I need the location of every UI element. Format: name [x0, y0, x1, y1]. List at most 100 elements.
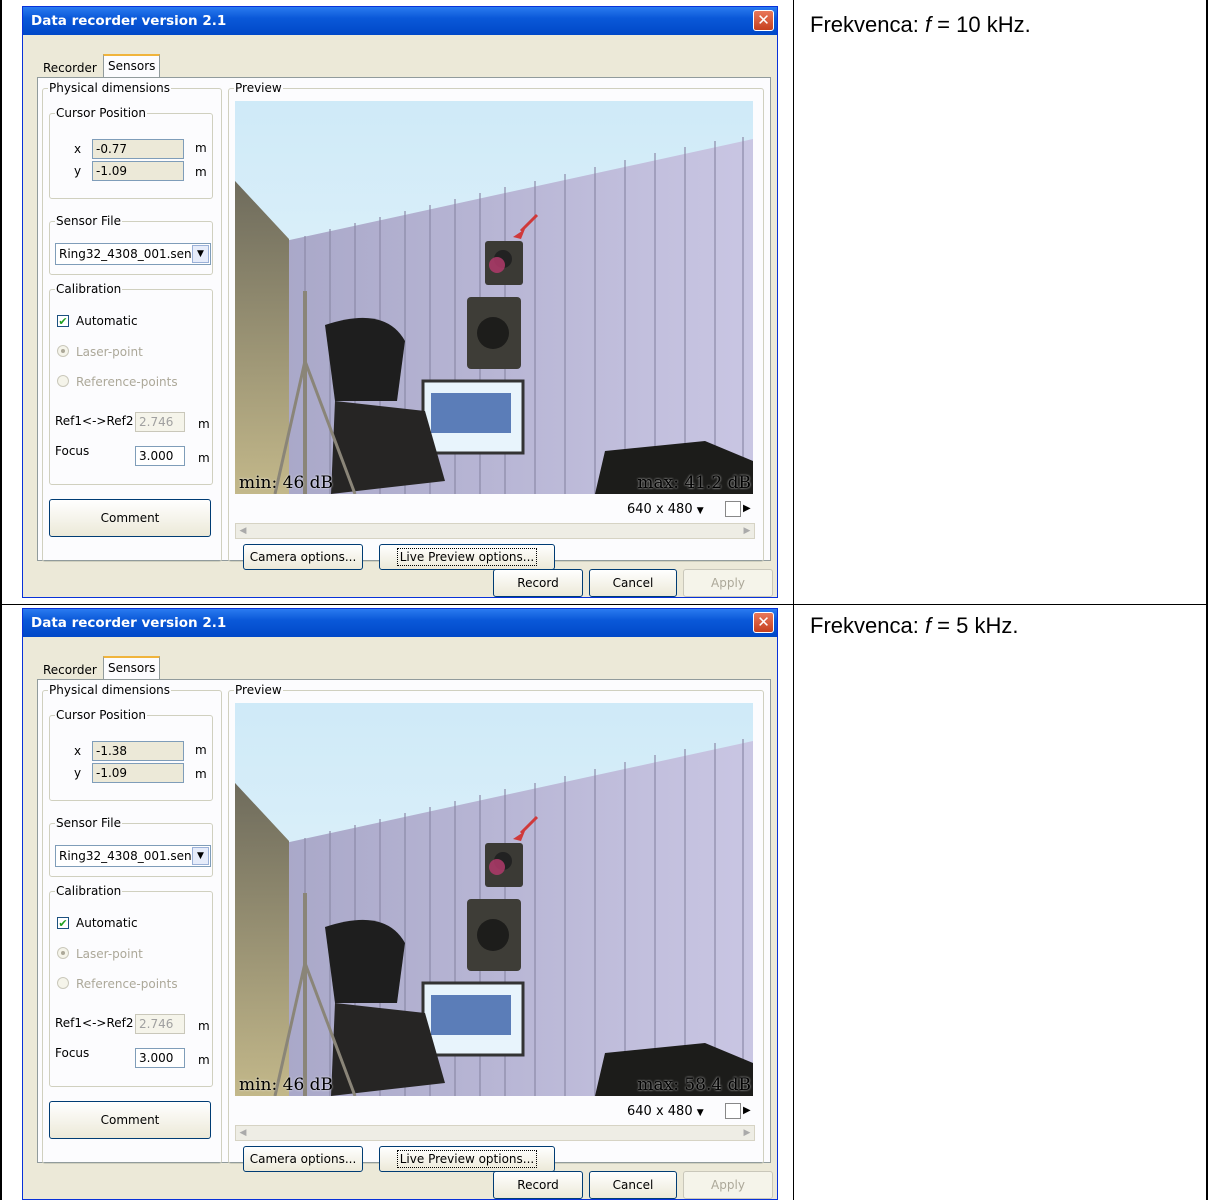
copy-icon[interactable]: [725, 1103, 741, 1119]
cursor-y-field: -1.09: [92, 161, 184, 181]
chevron-down-icon: ▼: [696, 506, 704, 516]
data-recorder-dialog: Data recorder version 2.1 ✕ Recorder Sen…: [22, 6, 778, 598]
menu-arrow-icon[interactable]: ▶: [743, 1105, 751, 1116]
sensor-file-select[interactable]: Ring32_4308_001.sen ▼: [55, 243, 211, 265]
sensor-file-group: Sensor File Ring32_4308_001.sen ▼: [49, 214, 213, 275]
sensors-tab-panel: Physical dimensions Cursor Position x -1…: [37, 679, 771, 1172]
record-button[interactable]: Record: [493, 569, 583, 597]
focus-unit-label: m: [198, 1053, 210, 1067]
scroll-left-icon[interactable]: ◀: [236, 524, 250, 538]
ref-distance-field: 2.746: [135, 412, 185, 432]
camera-preview-image[interactable]: min: 46 dB max: 58.4 dB: [235, 703, 753, 1096]
ref-distance-label: Ref1<->Ref2: [55, 414, 134, 428]
max-level-overlay: max: 58.4 dB: [637, 1075, 751, 1095]
title-bar[interactable]: Data recorder version 2.1 ✕: [23, 609, 777, 637]
resolution-select[interactable]: 640 x 480 ▼: [627, 502, 704, 517]
y-label: y: [74, 766, 82, 780]
tab-recorder[interactable]: Recorder: [39, 660, 101, 680]
cursor-x-field: -0.77: [92, 139, 184, 159]
sensors-tab-panel: Physical dimensions Cursor Position x -0…: [37, 77, 771, 570]
record-button[interactable]: Record: [493, 1171, 583, 1199]
comment-button[interactable]: Comment: [49, 1101, 211, 1139]
menu-arrow-icon[interactable]: ▶: [743, 503, 751, 514]
sensor-file-label: Sensor File: [55, 214, 123, 228]
resolution-value: 640 x 480: [627, 502, 693, 517]
sensor-file-group: Sensor File Ring32_4308_001.sen ▼: [49, 816, 213, 877]
sensor-file-select[interactable]: Ring32_4308_001.sen ▼: [55, 845, 211, 867]
physical-dimensions-group: Physical dimensions Cursor Position x -0…: [42, 81, 222, 562]
scroll-left-icon[interactable]: ◀: [236, 1126, 250, 1140]
camera-options-button[interactable]: Camera options...: [243, 1146, 363, 1172]
automatic-checkbox[interactable]: ✔: [57, 917, 69, 929]
window-title: Data recorder version 2.1: [31, 13, 227, 29]
resolution-value: 640 x 480: [627, 1104, 693, 1119]
laser-point-label: Laser-point: [76, 947, 143, 961]
ref-unit-label: m: [198, 417, 210, 431]
table-row-divider: [0, 604, 1208, 605]
focus-input[interactable]: 3.000: [135, 446, 185, 466]
preview-group: Preview: [228, 683, 764, 1172]
resolution-select[interactable]: 640 x 480 ▼: [627, 1104, 704, 1119]
min-level-overlay: min: 46 dB: [239, 473, 334, 493]
focus-label: Focus: [55, 1046, 90, 1060]
cursor-y-field: -1.09: [92, 763, 184, 783]
title-bar[interactable]: Data recorder version 2.1 ✕: [23, 7, 777, 35]
frequency-caption: Frekvenca: f = 5 kHz.: [810, 613, 1019, 638]
calibration-group: Calibration ✔ Automatic Laser-point Refe…: [49, 282, 213, 485]
automatic-checkbox[interactable]: ✔: [57, 315, 69, 327]
cursor-position-group: Cursor Position x -1.38 m y -1.09 m: [49, 708, 213, 801]
cancel-button[interactable]: Cancel: [589, 569, 677, 597]
cursor-position-group: Cursor Position x -0.77 m y -1.09 m: [49, 106, 213, 199]
cancel-button[interactable]: Cancel: [589, 1171, 677, 1199]
copy-icon[interactable]: [725, 501, 741, 517]
scroll-right-icon[interactable]: ▶: [740, 1126, 754, 1140]
camera-preview-image[interactable]: min: 46 dB max: 41.2 dB: [235, 101, 753, 494]
laser-point-radio[interactable]: [57, 345, 69, 357]
tab-sensors[interactable]: Sensors: [103, 54, 161, 78]
live-preview-options-button[interactable]: Live Preview options...: [379, 1146, 555, 1172]
frequency-caption: Frekvenca: f = 10 kHz.: [810, 12, 1031, 37]
min-level-overlay: min: 46 dB: [239, 1075, 334, 1095]
reference-points-radio[interactable]: [57, 375, 69, 387]
tab-recorder[interactable]: Recorder: [39, 58, 101, 78]
reference-points-label: Reference-points: [76, 977, 178, 991]
ref-distance-label: Ref1<->Ref2: [55, 1016, 134, 1030]
calibration-label: Calibration: [55, 884, 123, 898]
calibration-label: Calibration: [55, 282, 123, 296]
preview-label: Preview: [234, 81, 283, 95]
sensor-file-value: Ring32_4308_001.sen: [59, 849, 192, 863]
ref-unit-label: m: [198, 1019, 210, 1033]
preview-horizontal-scrollbar[interactable]: ◀ ▶: [235, 1125, 755, 1141]
preview-group: Preview: [228, 81, 764, 570]
automatic-label: Automatic: [76, 314, 138, 328]
preview-label: Preview: [234, 683, 283, 697]
calibration-group: Calibration ✔ Automatic Laser-point Refe…: [49, 884, 213, 1087]
tab-sensors[interactable]: Sensors: [103, 656, 161, 680]
focus-unit-label: m: [198, 451, 210, 465]
camera-options-button[interactable]: Camera options...: [243, 544, 363, 570]
laser-point-label: Laser-point: [76, 345, 143, 359]
close-icon[interactable]: ✕: [753, 10, 774, 31]
focus-input[interactable]: 3.000: [135, 1048, 185, 1068]
x-unit-label: m: [195, 743, 207, 757]
preview-horizontal-scrollbar[interactable]: ◀ ▶: [235, 523, 755, 539]
y-unit-label: m: [195, 767, 207, 781]
live-preview-options-button[interactable]: Live Preview options...: [379, 544, 555, 570]
laser-point-radio[interactable]: [57, 947, 69, 959]
close-icon[interactable]: ✕: [753, 612, 774, 633]
physical-dimensions-label: Physical dimensions: [48, 683, 172, 697]
sensor-file-value: Ring32_4308_001.sen: [59, 247, 192, 261]
sensor-file-label: Sensor File: [55, 816, 123, 830]
reference-points-label: Reference-points: [76, 375, 178, 389]
scroll-right-icon[interactable]: ▶: [740, 524, 754, 538]
cursor-x-field: -1.38: [92, 741, 184, 761]
reference-points-radio[interactable]: [57, 977, 69, 989]
checkmark-icon: ✔: [58, 917, 68, 930]
data-recorder-dialog: Data recorder version 2.1 ✕ Recorder Sen…: [22, 608, 778, 1200]
y-unit-label: m: [195, 165, 207, 179]
dropdown-arrow-icon[interactable]: ▼: [192, 245, 209, 263]
dropdown-arrow-icon[interactable]: ▼: [192, 847, 209, 865]
checkmark-icon: ✔: [58, 315, 68, 328]
x-label: x: [74, 744, 82, 758]
comment-button[interactable]: Comment: [49, 499, 211, 537]
